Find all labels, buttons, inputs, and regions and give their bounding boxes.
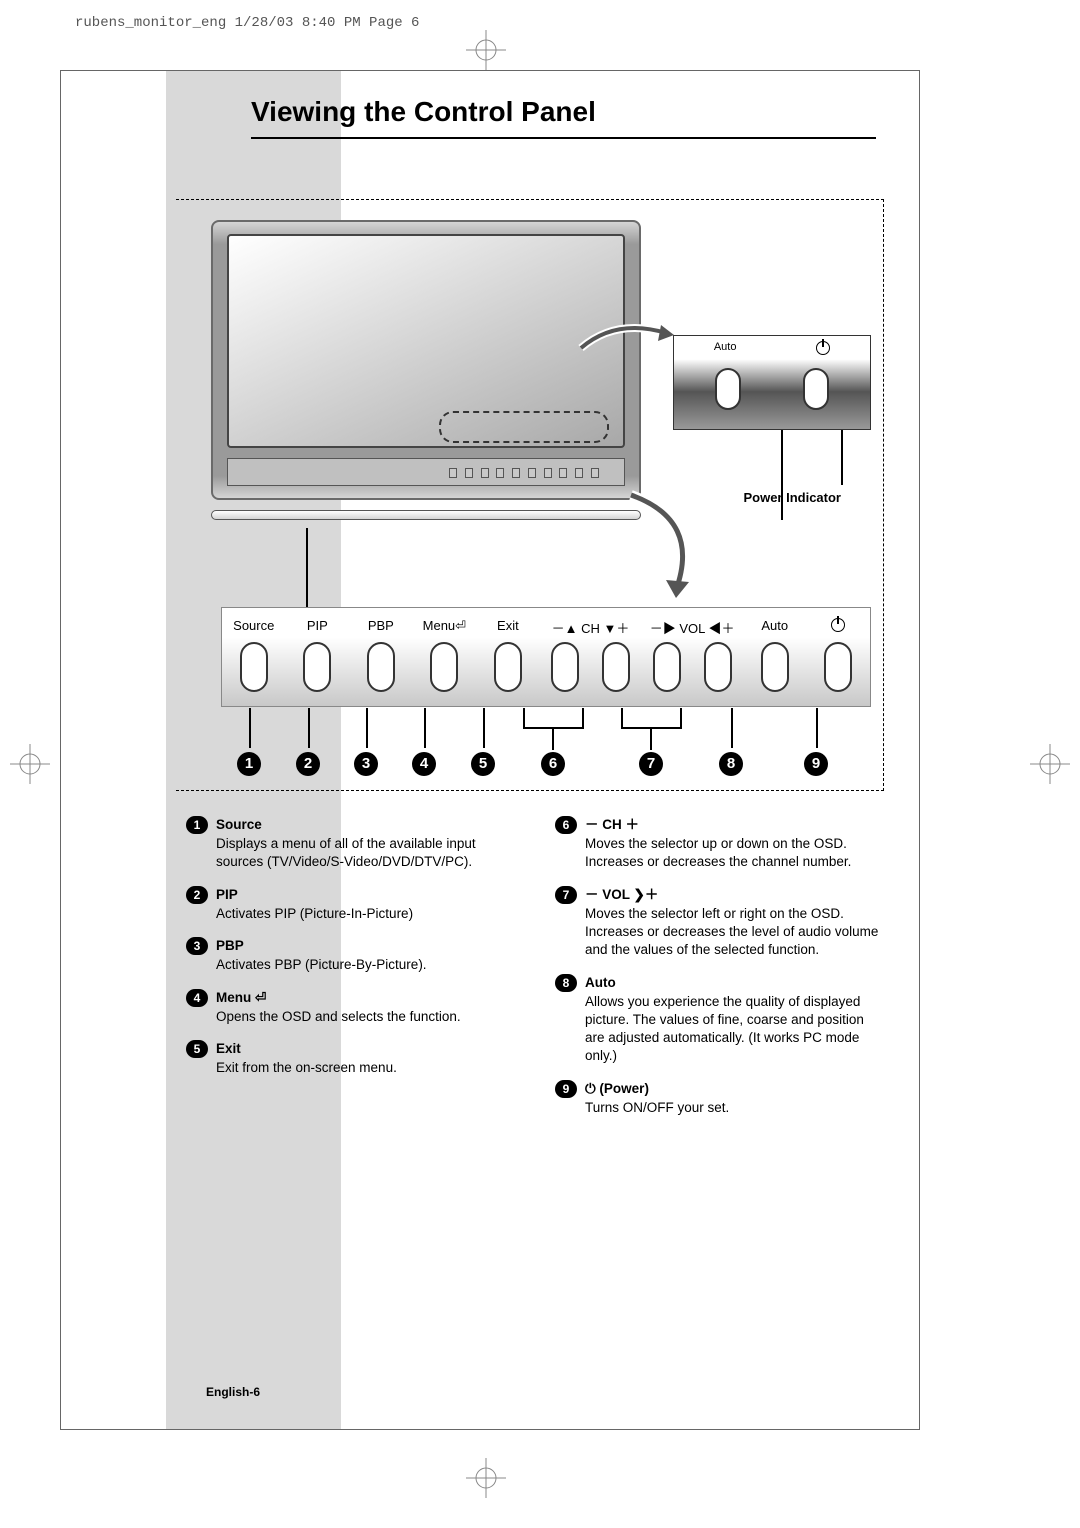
callout-num-6: 6 bbox=[541, 752, 565, 776]
menu-button[interactable] bbox=[430, 642, 458, 692]
power-button[interactable] bbox=[824, 642, 852, 692]
callout-line-4 bbox=[424, 708, 426, 748]
pbp-button[interactable] bbox=[367, 642, 395, 692]
label-exit: Exit bbox=[476, 618, 540, 636]
callout-num-2: 2 bbox=[296, 752, 320, 776]
callout-num-5: 5 bbox=[471, 752, 495, 776]
ch-up-button[interactable] bbox=[602, 642, 630, 692]
callout-num-3: 3 bbox=[354, 752, 378, 776]
zoom-power-button[interactable] bbox=[803, 368, 829, 410]
zoom-arrow-down-icon bbox=[621, 490, 721, 600]
desc-item: 8AutoAllows you experience the quality o… bbox=[555, 974, 884, 1066]
desc-item: 1SourceDisplays a menu of all of the ava… bbox=[186, 816, 515, 872]
power-indicator-label: Power Indicator bbox=[743, 490, 841, 505]
enter-icon: ⏎ bbox=[455, 618, 466, 633]
power-icon bbox=[816, 341, 830, 355]
label-pip: PIP bbox=[286, 618, 350, 636]
callout-line-2 bbox=[308, 708, 310, 748]
callout-bracket-7 bbox=[614, 708, 689, 753]
label-source: Source bbox=[222, 618, 286, 636]
label-auto: Auto bbox=[743, 618, 807, 636]
callout-num-4: 4 bbox=[412, 752, 436, 776]
descriptions: 1SourceDisplays a menu of all of the ava… bbox=[186, 816, 884, 1131]
desc-item: 9⏻ (Power)Turns ON/OFF your set. bbox=[555, 1080, 884, 1117]
page-number: English-6 bbox=[206, 1385, 260, 1399]
desc-item: 3PBPActivates PBP (Picture-By-Picture). bbox=[186, 937, 515, 974]
crop-mark-bottom bbox=[466, 1458, 506, 1498]
desc-item: 2PIPActivates PIP (Picture-In-Picture) bbox=[186, 886, 515, 923]
crop-mark-right bbox=[1030, 744, 1070, 784]
callout-num-8: 8 bbox=[719, 752, 743, 776]
vol-down-button[interactable] bbox=[653, 642, 681, 692]
vol-up-button[interactable] bbox=[704, 642, 732, 692]
power-icon bbox=[831, 618, 845, 632]
callout-line-8 bbox=[731, 708, 733, 748]
label-pbp: PBP bbox=[349, 618, 413, 636]
print-job-header: rubens_monitor_eng 1/28/03 8:40 PM Page … bbox=[75, 15, 419, 31]
label-power bbox=[806, 618, 870, 636]
zoom-arrow-icon bbox=[576, 323, 676, 353]
callout-line-1 bbox=[249, 708, 251, 748]
mini-buttons-row bbox=[449, 468, 599, 480]
desc-col-left: 1SourceDisplays a menu of all of the ava… bbox=[186, 816, 515, 1131]
zoom-source-outline bbox=[439, 411, 609, 443]
pip-button[interactable] bbox=[303, 642, 331, 692]
source-button[interactable] bbox=[240, 642, 268, 692]
zoom-callout-line-1 bbox=[781, 430, 783, 520]
diagram-box: Remote Control Sensor Auto Power Indicat… bbox=[176, 199, 884, 791]
zoom-auto-button[interactable] bbox=[715, 368, 741, 410]
desc-item: 7－ VOL ❯＋Moves the selector left or righ… bbox=[555, 886, 884, 960]
crop-mark-left bbox=[10, 744, 50, 784]
monitor-stand bbox=[211, 500, 641, 540]
callout-line-9 bbox=[816, 708, 818, 748]
monitor-illustration bbox=[211, 220, 641, 540]
ch-down-button[interactable] bbox=[551, 642, 579, 692]
page-title: Viewing the Control Panel bbox=[251, 96, 596, 128]
desc-item: 6－ CH ＋Moves the selector up or down on … bbox=[555, 816, 884, 872]
label-vol: －▶ VOL ◀＋ bbox=[641, 618, 743, 636]
zoom-callout-line-2 bbox=[841, 430, 843, 485]
label-ch: －▲ CH ▼＋ bbox=[540, 618, 642, 636]
auto-button[interactable] bbox=[761, 642, 789, 692]
zoom-inset: Auto bbox=[673, 335, 871, 430]
label-menu: Menu⏎ bbox=[413, 618, 477, 636]
desc-item: 5ExitExit from the on-screen menu. bbox=[186, 1040, 515, 1077]
page-frame: Viewing the Control Panel Remote Control… bbox=[60, 70, 920, 1430]
control-strip: Source PIP PBP Menu⏎ Exit －▲ CH ▼＋ －▶ VO… bbox=[221, 607, 871, 707]
title-rule bbox=[251, 137, 876, 139]
callout-bracket-6 bbox=[516, 708, 591, 753]
callout-num-9: 9 bbox=[804, 752, 828, 776]
callout-num-7: 7 bbox=[639, 752, 663, 776]
callout-line-5 bbox=[483, 708, 485, 748]
desc-col-right: 6－ CH ＋Moves the selector up or down on … bbox=[555, 816, 884, 1131]
exit-button[interactable] bbox=[494, 642, 522, 692]
crop-mark-top bbox=[466, 30, 506, 70]
callout-num-1: 1 bbox=[237, 752, 261, 776]
desc-item: 4Menu ⏎Opens the OSD and selects the fun… bbox=[186, 989, 515, 1026]
zoom-auto-label: Auto bbox=[714, 341, 737, 355]
callout-line-3 bbox=[366, 708, 368, 748]
